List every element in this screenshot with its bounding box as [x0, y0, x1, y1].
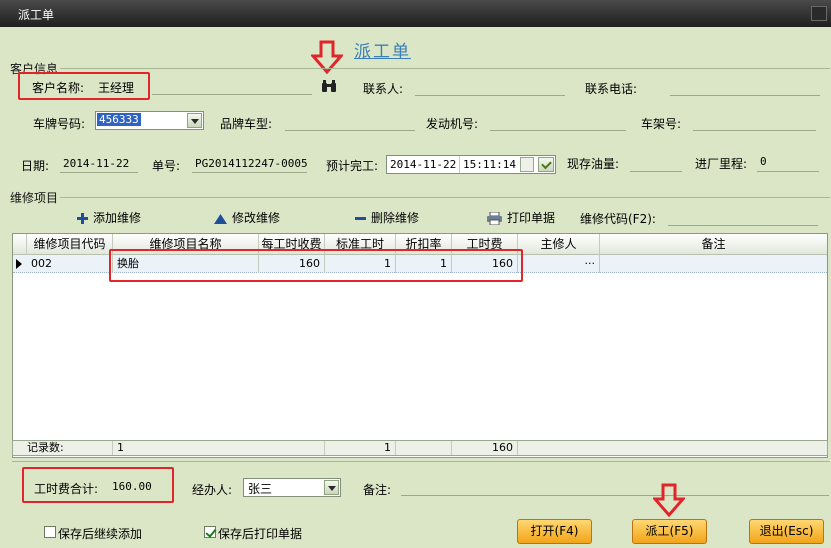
delete-repair-button[interactable]: 删除维修	[355, 209, 419, 226]
minus-icon	[355, 216, 366, 220]
finish-date[interactable]: 2014-11-22	[390, 158, 456, 171]
group-divider	[60, 68, 830, 69]
order-label: 单号:	[152, 159, 181, 173]
dispatch-button[interactable]: 派工(F5)	[632, 519, 707, 544]
footer-empty-cell	[396, 441, 452, 455]
mileage-underline	[757, 171, 819, 172]
finish-time[interactable]: 15:11:14	[463, 158, 516, 171]
frame-label: 车架号:	[641, 117, 682, 131]
edit-repair-button[interactable]: 修改维修	[214, 209, 280, 226]
add-repair-label: 添加维修	[93, 211, 142, 225]
phone-label: 联系电话:	[585, 82, 638, 96]
continue-add-checkbox[interactable]	[44, 526, 56, 538]
contact-field[interactable]	[415, 95, 565, 96]
chevron-down-icon[interactable]	[187, 113, 202, 128]
handler-label: 经办人:	[192, 483, 233, 497]
remark-label: 备注:	[363, 483, 392, 497]
date-underline	[60, 172, 138, 173]
exit-button[interactable]: 退出(Esc)	[749, 519, 824, 544]
finish-label: 预计完工:	[326, 159, 379, 173]
order-underline	[192, 172, 307, 173]
datetime-separator	[459, 156, 460, 173]
continue-add-label[interactable]: 保存后继续添加	[58, 525, 142, 542]
highlight-repair-row	[109, 249, 523, 282]
labor-total-label: 工时费合计:	[34, 482, 99, 496]
frame-field[interactable]	[693, 130, 816, 131]
time-spinner[interactable]	[520, 157, 534, 172]
close-window-button[interactable]	[811, 6, 827, 21]
cell-remark[interactable]	[600, 255, 827, 273]
form-title: 派工单	[354, 42, 411, 62]
column-header[interactable]: 维修项目代码	[27, 234, 113, 255]
row-indicator-header	[13, 234, 27, 255]
date-label: 日期:	[21, 159, 50, 173]
brand-field[interactable]	[285, 130, 415, 131]
mileage-value[interactable]: 0	[760, 155, 767, 168]
cell-mechanic-picker[interactable]: ···	[518, 255, 600, 273]
binoculars-icon[interactable]	[321, 80, 337, 93]
footer-fee-total: 160	[452, 441, 518, 455]
form-body: 派工单 客户信息 客户名称: 王经理 联系人: 联系电话: 车牌号码: 4563…	[0, 27, 831, 548]
plus-icon	[77, 213, 88, 224]
table-footer: 记录数: 1 1 160	[12, 440, 828, 456]
engine-field[interactable]	[490, 130, 626, 131]
footer-hours-total: 1	[325, 441, 396, 455]
phone-field[interactable]	[670, 95, 820, 96]
brand-label: 品牌车型:	[220, 117, 273, 131]
fuel-field[interactable]	[630, 171, 682, 172]
engine-label: 发动机号:	[426, 117, 479, 131]
print-after-save-label[interactable]: 保存后打印单据	[218, 525, 302, 542]
plate-value: 456333	[97, 113, 141, 126]
labor-total-value: 160.00	[112, 480, 152, 493]
fuel-label: 现存油量:	[567, 157, 620, 171]
print-after-save-checkbox[interactable]	[204, 526, 216, 538]
contact-label: 联系人:	[363, 82, 404, 96]
remark-input[interactable]	[401, 495, 829, 496]
handler-value: 张三	[248, 482, 273, 496]
calendar-dropdown-icon[interactable]	[538, 157, 554, 172]
group-divider	[60, 197, 830, 198]
footer-count-label: 记录数:	[27, 441, 113, 455]
mileage-label: 进厂里程:	[695, 157, 748, 171]
delete-repair-label: 删除维修	[371, 211, 420, 225]
footer-count-value: 1	[113, 441, 325, 455]
customer-name-value[interactable]: 王经理	[98, 79, 134, 96]
repair-group-label: 维修项目	[10, 191, 59, 205]
handler-select[interactable]: 张三	[243, 478, 341, 497]
date-value[interactable]: 2014-11-22	[63, 157, 129, 170]
finish-datetime-picker[interactable]: 2014-11-22 15:11:14	[386, 155, 556, 174]
column-header[interactable]: 主修人	[518, 234, 600, 255]
window-title: 派工单	[18, 8, 55, 22]
order-value: PG2014112247-0005	[195, 157, 308, 170]
customer-name-underline	[152, 94, 312, 95]
print-label: 打印单据	[507, 211, 556, 225]
repair-code-input[interactable]	[668, 225, 818, 226]
open-button[interactable]: 打开(F4)	[517, 519, 592, 544]
cell-code[interactable]: 002	[27, 255, 113, 273]
printer-icon	[487, 212, 502, 225]
row-pointer-icon	[13, 255, 25, 273]
title-bar: 派工单	[0, 0, 831, 27]
edit-repair-label: 修改维修	[232, 211, 281, 225]
column-header[interactable]: 备注	[600, 234, 827, 255]
print-button[interactable]: 打印单据	[487, 209, 555, 226]
plate-select[interactable]: 456333	[95, 111, 204, 130]
repair-code-label: 维修代码(F2):	[580, 212, 656, 226]
add-repair-button[interactable]: 添加维修	[77, 209, 141, 226]
triangle-up-icon	[214, 213, 227, 224]
bottom-divider	[12, 461, 830, 462]
chevron-down-icon[interactable]	[324, 480, 339, 495]
customer-name-label: 客户名称:	[32, 81, 85, 95]
plate-label: 车牌号码:	[33, 117, 86, 131]
annotation-arrow-icon	[653, 483, 685, 517]
